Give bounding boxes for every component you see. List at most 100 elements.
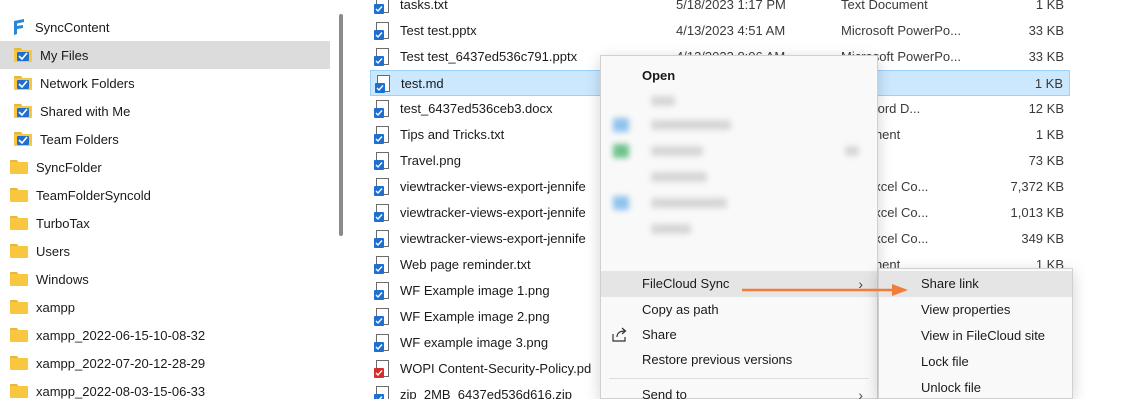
xlsx-file-icon <box>374 178 391 196</box>
menu-item-label: Copy as path <box>642 302 719 317</box>
nav-item-xampp-backup[interactable]: xampp_2022-06-15-10-08-32 <box>0 321 330 349</box>
txt-file-icon <box>374 256 391 274</box>
pdf-file-icon <box>374 360 391 378</box>
menu-item-share[interactable]: Share <box>601 322 877 348</box>
png-file-icon <box>374 334 391 352</box>
file-size: 1 KB <box>1035 0 1064 12</box>
nav-item-turbotax[interactable]: TurboTax <box>0 209 330 237</box>
synced-folder-icon <box>14 76 32 90</box>
file-name: Tips and Tricks.txt <box>400 127 505 142</box>
file-name: Travel.png <box>400 153 461 168</box>
pptx-file-icon <box>374 22 391 40</box>
menu-item-label: Restore previous versions <box>642 352 793 367</box>
nav-item-synccontent[interactable]: SyncContent <box>0 13 330 41</box>
folder-icon <box>10 160 28 174</box>
file-name: test.md <box>401 76 444 91</box>
menu-separator <box>609 378 869 379</box>
nav-scrollbar-thumb[interactable] <box>339 14 343 236</box>
png-file-icon <box>374 282 391 300</box>
menu-item-label: Share <box>642 327 677 342</box>
file-name: test_6437ed536ceb3.docx <box>400 101 553 116</box>
folder-icon <box>10 384 28 398</box>
file-name: tasks.txt <box>400 0 448 12</box>
nav-item-label: TeamFolderSyncold <box>36 187 151 203</box>
file-date: 5/18/2023 1:17 PM <box>676 0 786 12</box>
nav-item-my-files[interactable]: My Files <box>0 41 330 69</box>
folder-icon <box>10 188 28 202</box>
file-size: 73 KB <box>1028 153 1064 168</box>
file-size: 1,013 KB <box>1010 205 1065 220</box>
nav-item-label: Network Folders <box>40 75 135 91</box>
nav-item-label: TurboTax <box>36 215 90 231</box>
nav-item-label: xampp_2022-06-15-10-08-32 <box>36 327 206 343</box>
submenu-item-view-in-filecloud-site[interactable]: View in FileCloud site <box>879 323 1072 349</box>
menu-item-send-to[interactable]: Send to › <box>601 382 877 399</box>
menu-item-label: Open <box>642 68 676 83</box>
context-menu: Open FileCloud Sync › Copy as path Share… <box>600 55 878 399</box>
synced-folder-icon <box>14 132 32 146</box>
file-name: Test test.pptx <box>400 23 477 38</box>
menu-item-restore-previous-versions[interactable]: Restore previous versions <box>601 347 877 373</box>
folder-icon <box>10 300 28 314</box>
submenu-item-unlock-file[interactable]: Unlock file <box>879 375 1072 399</box>
nav-item-team-folders[interactable]: Team Folders <box>0 125 330 153</box>
file-name: WF Example image 2.png <box>400 309 550 324</box>
file-name: viewtracker-views-export-jennife <box>400 231 586 246</box>
nav-item-xampp-backup[interactable]: xampp_2022-08-03-15-06-33 <box>0 377 330 399</box>
nav-item-label: xampp_2022-08-03-15-06-33 <box>36 383 206 399</box>
txt-file-icon <box>374 0 391 14</box>
submenu-item-lock-file[interactable]: Lock file <box>879 349 1072 375</box>
folder-icon <box>10 272 28 286</box>
share-icon <box>612 327 627 342</box>
submenu-item-label: Lock file <box>921 354 969 369</box>
nav-item-xampp-backup[interactable]: xampp_2022-07-20-12-28-29 <box>0 349 330 377</box>
navigation-pane: SyncContent My Files Network Folders Sha… <box>0 0 333 399</box>
folder-icon <box>10 244 28 258</box>
png-file-icon <box>374 308 391 326</box>
annotation-arrow-icon <box>742 284 908 296</box>
folder-icon <box>10 328 28 342</box>
nav-item-label: SyncFolder <box>36 159 102 175</box>
file-name: viewtracker-views-export-jennife <box>400 179 586 194</box>
file-name: WOPI Content-Security-Policy.pd <box>400 361 592 376</box>
file-type: Text Document <box>841 0 928 12</box>
menu-item-copy-as-path[interactable]: Copy as path <box>601 297 877 323</box>
file-name: WF Example image 1.png <box>400 283 550 298</box>
filecloud-logo-icon <box>14 19 24 35</box>
file-date: 4/13/2023 4:51 AM <box>676 23 786 38</box>
file-name: Web page reminder.txt <box>400 257 531 272</box>
blurred-menu-items <box>607 88 873 258</box>
nav-item-label: SyncContent <box>35 19 110 35</box>
menu-item-label: FileCloud Sync <box>642 276 730 291</box>
menu-item-label: Send to <box>642 387 687 399</box>
nav-item-users[interactable]: Users <box>0 237 330 265</box>
menu-item-open[interactable]: Open <box>601 63 877 89</box>
xlsx-file-icon <box>374 230 391 248</box>
file-size: 1 KB <box>1034 76 1063 91</box>
nav-item-teamfoldersyncold[interactable]: TeamFolderSyncold <box>0 181 330 209</box>
file-type: Microsoft PowerPo... <box>841 23 961 38</box>
file-name: Test test_6437ed536c791.pptx <box>400 49 578 64</box>
xlsx-file-icon <box>374 204 391 222</box>
nav-item-label: Shared with Me <box>40 103 131 119</box>
nav-item-label: xampp <box>36 299 76 315</box>
nav-item-xampp[interactable]: xampp <box>0 293 330 321</box>
submenu-item-label: View properties <box>921 302 1011 317</box>
folder-icon <box>10 216 28 230</box>
file-row[interactable]: tasks.txt 5/18/2023 1:17 PM Text Document 1… <box>370 0 1070 18</box>
file-name: WF example image 3.png <box>400 335 549 350</box>
nav-item-shared-with-me[interactable]: Shared with Me <box>0 97 330 125</box>
file-size: 7,372 KB <box>1010 179 1065 194</box>
nav-item-syncfolder[interactable]: SyncFolder <box>0 153 330 181</box>
folder-icon <box>10 356 28 370</box>
file-size: 349 KB <box>1021 231 1064 246</box>
submenu-item-label: Unlock file <box>921 380 981 395</box>
submenu-item-view-properties[interactable]: View properties <box>879 297 1072 323</box>
nav-item-network-folders[interactable]: Network Folders <box>0 69 330 97</box>
submenu-item-label: Share link <box>921 276 979 291</box>
nav-item-windows[interactable]: Windows <box>0 265 330 293</box>
file-row[interactable]: Test test.pptx 4/13/2023 4:51 AM Microsoft… <box>370 18 1070 44</box>
nav-item-label: xampp_2022-07-20-12-28-29 <box>36 355 206 371</box>
png-file-icon <box>374 152 391 170</box>
zip-file-icon <box>374 386 391 399</box>
